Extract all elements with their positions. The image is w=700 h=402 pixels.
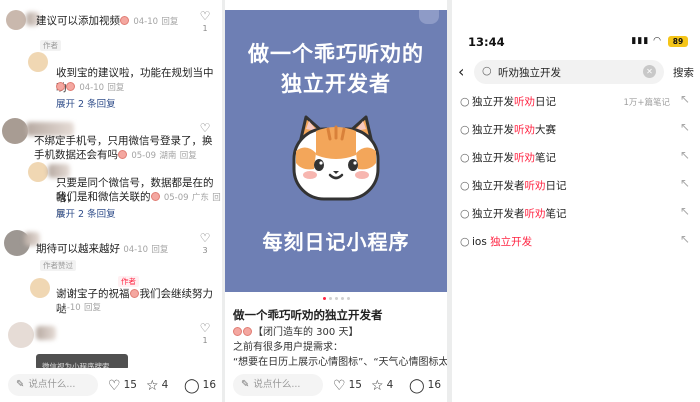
fill-arrow-icon[interactable]: ↖ <box>680 232 690 246</box>
comment-like-button[interactable]: ♡ 1 <box>198 322 212 346</box>
emoji-icon <box>118 150 127 159</box>
heart-icon: ♡ <box>108 378 121 394</box>
back-arrow-icon[interactable]: ‹ <box>458 62 464 81</box>
search-icon: ○ <box>460 235 470 248</box>
post-panel: 做一个乖巧听劝的 独立开发者 每刻日记小程序 做一个乖巧听劝的独立开发者 【闭门… <box>225 0 447 402</box>
comments-button[interactable]: ◯ 16 <box>409 377 441 394</box>
fill-arrow-icon[interactable]: ↖ <box>680 204 690 218</box>
comment-meta: 04-10 回复 <box>56 303 102 313</box>
search-button[interactable]: 搜索 <box>673 65 694 80</box>
reply-button[interactable]: 回复 <box>151 245 168 255</box>
author-tag: 作者 <box>118 276 139 287</box>
search-input[interactable]: ○ 听劝独立开发 ✕ <box>474 60 664 84</box>
collect-button[interactable]: ☆ 4 <box>146 377 168 394</box>
like-button[interactable]: ♡ 15 <box>108 377 137 394</box>
author-liked-tag: 作者赞过 <box>40 260 76 271</box>
clock: 13:44 <box>468 35 505 49</box>
comments-button[interactable]: ◯ 16 <box>184 377 216 394</box>
comment-icon: ◯ <box>184 378 200 394</box>
emoji-icon <box>120 16 129 25</box>
comment-like-button[interactable]: ♡ 1 <box>198 10 212 34</box>
status-bar: 13:44 ▮▮▮ ◠ 89 <box>452 0 700 49</box>
search-icon: ○ <box>460 123 470 136</box>
avatar[interactable] <box>28 52 48 72</box>
post-title: 做一个乖巧听劝的独立开发者 <box>233 308 383 322</box>
fill-arrow-icon[interactable]: ↖ <box>680 120 690 134</box>
carousel-indicator <box>225 297 447 300</box>
suggestion-item[interactable]: ○ 独立开发者听劝笔记 ↖ <box>452 200 700 228</box>
comment-text: 建议可以添加视频 04-10 回复 <box>36 15 179 27</box>
clear-icon[interactable]: ✕ <box>643 65 656 78</box>
post-cover-image[interactable]: 做一个乖巧听劝的 独立开发者 每刻日记小程序 <box>225 10 447 292</box>
reply-button[interactable]: 回复 <box>107 83 124 93</box>
emoji-icon <box>243 327 252 336</box>
fill-arrow-icon[interactable]: ↖ <box>680 92 690 106</box>
comment-input[interactable]: ✎ 说点什么... <box>233 374 323 396</box>
comment-icon: ◯ <box>409 378 425 394</box>
bottom-action-bar: ✎ 说点什么... ♡ 15 ☆ 4 ◯ 16 <box>0 368 222 402</box>
fill-arrow-icon[interactable]: ↖ <box>680 176 690 190</box>
star-icon: ☆ <box>371 378 384 394</box>
blurred-username <box>36 326 56 340</box>
cat-mascot-icon <box>292 115 380 201</box>
cover-title: 做一个乖巧听劝的 <box>248 42 424 66</box>
post-body-line: 【闭门造车的 300 天】 <box>233 326 358 340</box>
expand-replies-link[interactable]: 展开 2 条回复 <box>56 206 116 220</box>
comment-input[interactable]: ✎ 说点什么... <box>8 374 98 396</box>
emoji-icon <box>150 192 160 201</box>
heart-icon: ♡ <box>333 378 346 394</box>
comments-panel: 建议可以添加视频 04-10 回复 ♡ 1 作者 收到宝的建议啦，功能在规划当中… <box>0 0 222 402</box>
emoji-icon <box>233 327 242 336</box>
search-icon: ○ <box>460 151 470 164</box>
emoji-icon <box>129 289 139 298</box>
suggestion-item[interactable]: ○ 独立开发者听劝日记 ↖ <box>452 172 700 200</box>
emoji-icon <box>66 82 75 91</box>
comment-text: 期待可以越来越好 04-10 回复 <box>36 243 169 255</box>
avatar[interactable] <box>8 322 34 348</box>
heart-icon: ♡ <box>199 231 211 245</box>
search-icon: ○ <box>460 207 470 220</box>
signal-wifi-icons: ▮▮▮ ◠ <box>631 36 662 46</box>
note-count: 1万+篇笔记 <box>623 98 670 108</box>
avatar[interactable] <box>2 118 28 144</box>
fill-arrow-icon[interactable]: ↖ <box>680 148 690 162</box>
search-icon: ○ <box>460 95 470 108</box>
avatar[interactable] <box>6 10 26 30</box>
heart-icon: ♡ <box>199 121 211 135</box>
avatar[interactable] <box>30 278 50 298</box>
avatar[interactable] <box>28 162 48 182</box>
reply-button[interactable]: 回复 <box>84 303 101 313</box>
collect-button[interactable]: ☆ 4 <box>371 377 393 394</box>
more-button[interactable] <box>419 10 439 24</box>
suggestion-item[interactable]: ○ 独立开发听劝大赛 ↖ <box>452 116 700 144</box>
reply-button[interactable]: 回复 <box>180 151 197 161</box>
suggestion-item[interactable]: ○ ios 独立开发 ↖ <box>452 228 700 256</box>
battery-indicator: 89 <box>668 36 688 47</box>
author-tag: 作者 <box>40 40 61 51</box>
heart-icon: ♡ <box>199 321 211 335</box>
cover-title-line2: 独立开发者 <box>281 72 391 96</box>
expand-replies-link[interactable]: 展开 2 条回复 <box>56 96 116 110</box>
pen-icon: ✎ <box>16 379 25 390</box>
like-button[interactable]: ♡ 15 <box>333 377 362 394</box>
comment-meta: 04-10 回复 <box>56 80 124 96</box>
post-body-line: 之前有很多用户提需求： <box>233 342 343 353</box>
heart-icon: ♡ <box>199 9 211 23</box>
search-panel: 13:44 ▮▮▮ ◠ 89 ‹ ○ 听劝独立开发 ✕ 搜索 ○ 独立开发听劝日… <box>452 0 700 402</box>
cover-subtitle: 每刻日记小程序 <box>262 230 410 254</box>
comment-text: 手机数据还会有吗 05-09 湖南 回复 <box>34 149 197 161</box>
emoji-icon <box>56 82 65 91</box>
pen-icon: ✎ <box>241 379 250 390</box>
search-icon: ○ <box>460 179 470 192</box>
search-icon: ○ <box>482 64 492 77</box>
suggestion-item[interactable]: ○ 独立开发听劝日记 1万+篇笔记 ↖ <box>452 88 700 116</box>
suggestion-item[interactable]: ○ 独立开发听劝笔记 ↖ <box>452 144 700 172</box>
star-icon: ☆ <box>146 378 159 394</box>
reply-button[interactable]: 回复 <box>161 17 178 27</box>
comment-text: 不绑定手机号，只用微信号登录了，换 <box>34 135 213 147</box>
comment-like-button[interactable]: ♡ 1 <box>198 122 212 146</box>
bottom-action-bar: ✎ 说点什么... ♡ 15 ☆ 4 ◯ 16 <box>225 368 447 402</box>
comment-like-button[interactable]: ♡ 3 <box>198 232 212 256</box>
